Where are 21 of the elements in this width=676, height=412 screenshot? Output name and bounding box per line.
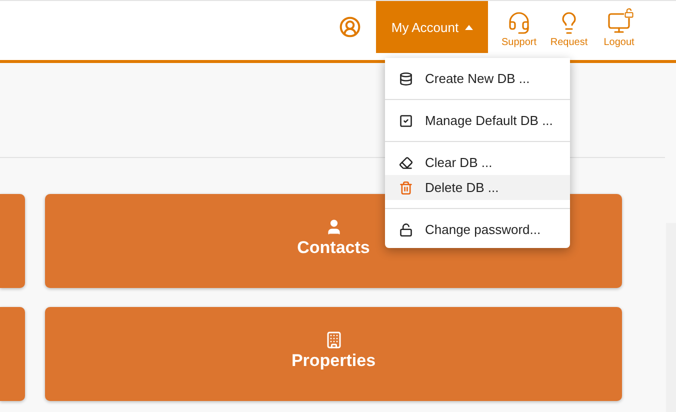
tile[interactable] [0, 307, 25, 401]
monitor-lock-icon [607, 11, 631, 35]
building-icon [324, 331, 342, 349]
dashboard-tile[interactable]: Properties [45, 307, 622, 401]
tile[interactable] [0, 194, 25, 288]
menu-item[interactable]: Clear DB ... [385, 150, 570, 175]
trash-icon [399, 180, 413, 194]
menu-item[interactable]: Manage Default DB ... [385, 108, 570, 133]
menu-item[interactable]: Change password... [385, 217, 570, 242]
toolbar-button[interactable]: Support [494, 1, 544, 48]
open-padlock-icon [399, 222, 413, 236]
checkbox-icon [399, 114, 413, 128]
headset-icon [507, 11, 531, 35]
database-icon [399, 72, 413, 86]
caret-icon [464, 24, 473, 30]
account-menu-button[interactable]: My Account [376, 1, 488, 53]
eraser-icon [399, 156, 413, 170]
toolbar-button[interactable]: Request [544, 1, 594, 48]
menu-item[interactable]: Create New DB ... [385, 66, 570, 91]
toolbar-button[interactable]: Logout [594, 1, 644, 48]
menu-item[interactable]: Delete DB ... [385, 175, 570, 200]
